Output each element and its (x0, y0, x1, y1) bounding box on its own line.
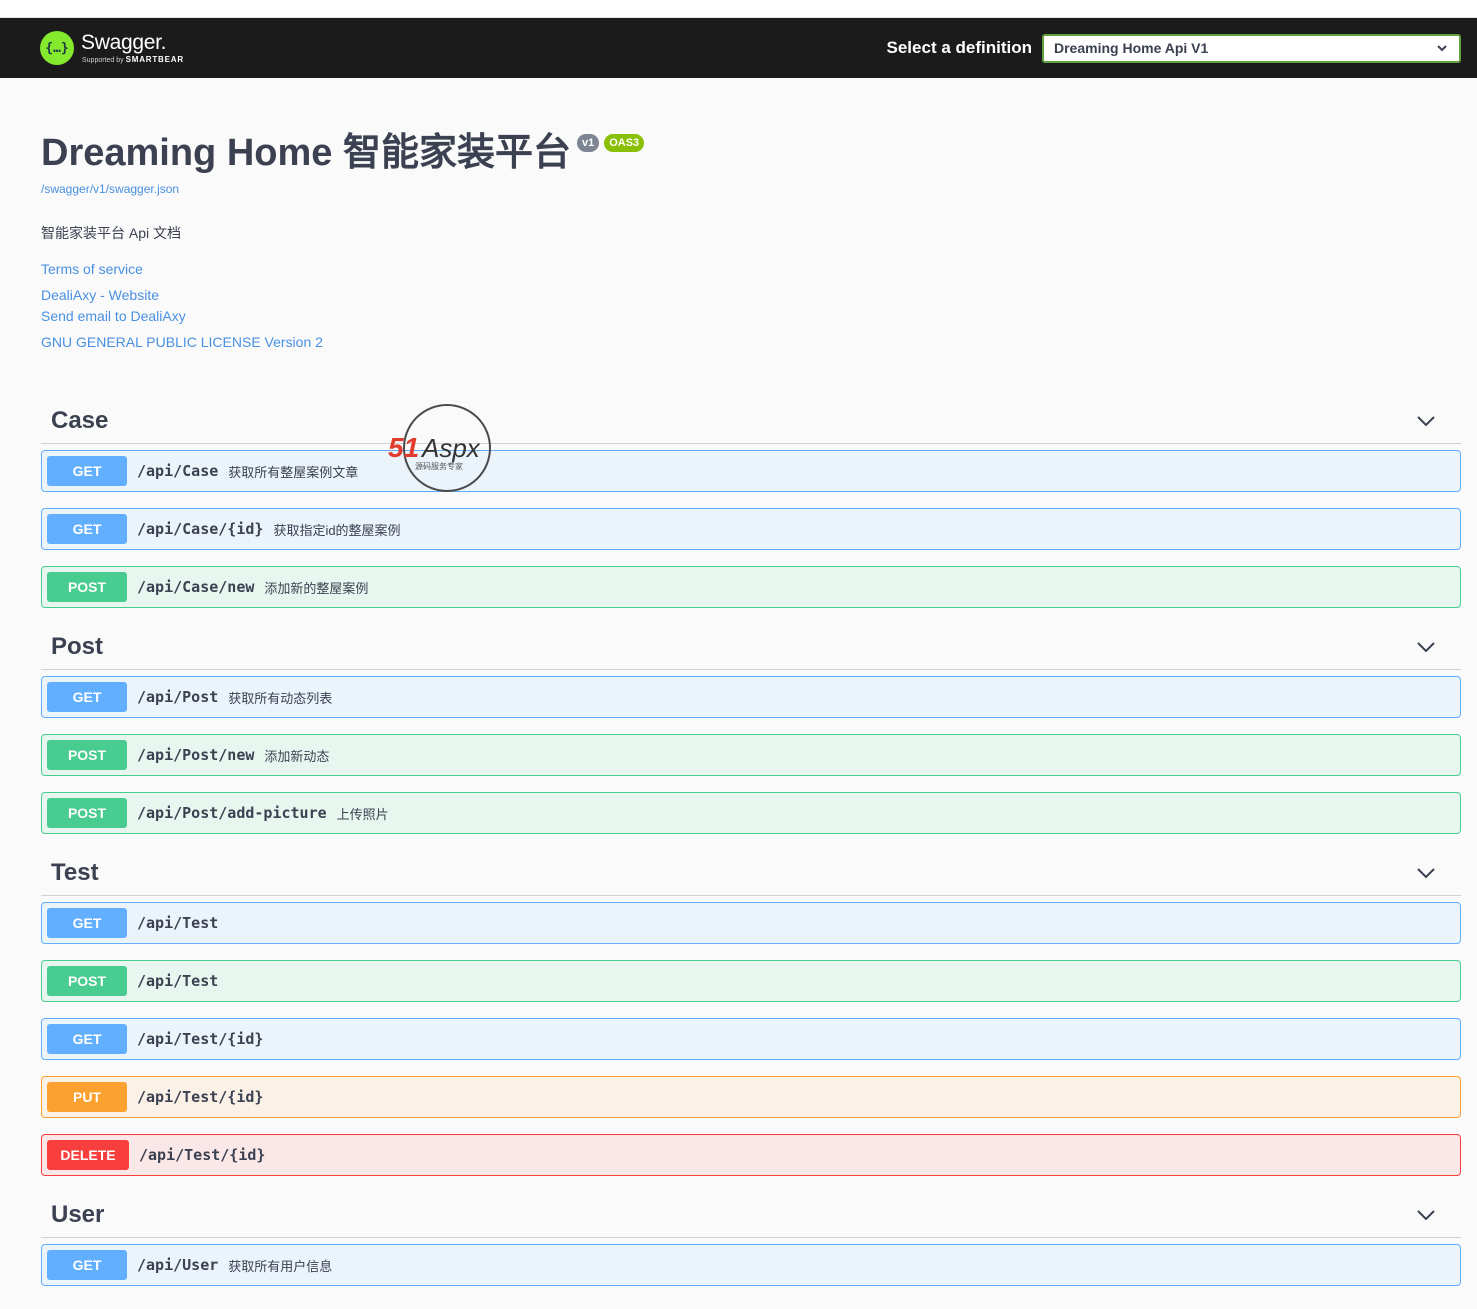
tag-section-case: Case GET/api/Case 获取所有整屋案例文章 GET/api/Case/{… (41, 398, 1461, 608)
operation-row[interactable]: POST/api/Test (41, 960, 1461, 1002)
email-link[interactable]: Send email to DealiAxy (41, 306, 1477, 327)
tag-header-case[interactable]: Case (41, 398, 1461, 444)
operation-path: /api/Case (137, 462, 219, 480)
operation-summary: 获取所有整屋案例文章 (228, 464, 359, 480)
swagger-topbar: {…} Swagger. Supported by SMARTBEAR Sele… (0, 18, 1477, 78)
logo-subtitle: Supported by SMARTBEAR (82, 55, 184, 65)
tag-title: Post (51, 632, 104, 660)
tag-section-test: Test GET/api/Test POST/api/Test GET/api/Tes… (41, 850, 1461, 1176)
method-badge: GET (47, 1250, 127, 1280)
tag-section-post: Post GET/api/Post 获取所有动态列表 POST/api/Post/ne… (41, 624, 1461, 834)
operations-list: Case GET/api/Case 获取所有整屋案例文章 GET/api/Case/{… (41, 398, 1461, 1302)
method-badge: DELETE (47, 1140, 129, 1170)
chevron-down-icon (1437, 44, 1447, 51)
method-badge: POST (47, 572, 127, 602)
terms-link[interactable]: Terms of service (41, 259, 1477, 280)
operation-path: /api/Test (137, 972, 219, 990)
operation-row[interactable]: DELETE/api/Test/{id} (41, 1134, 1461, 1176)
operation-summary: 添加新动态 (264, 748, 330, 764)
browser-top-strip (0, 0, 1477, 18)
license-link[interactable]: GNU GENERAL PUBLIC LICENSE Version 2 (41, 332, 1477, 353)
operation-path: /api/Test/{id} (137, 1088, 264, 1106)
version-badge: v1 (576, 134, 600, 152)
tag-header-user[interactable]: User (41, 1192, 1461, 1238)
page-title: Dreaming Home 智能家装平台 (41, 132, 571, 174)
operation-summary: 上传照片 (336, 806, 389, 822)
operation-summary: 添加新的整屋案例 (264, 580, 369, 596)
website-link[interactable]: DealiAxy - Website (41, 285, 1477, 306)
tag-section-user: User GET/api/User 获取所有用户信息 (41, 1192, 1461, 1286)
chevron-down-icon[interactable] (1417, 867, 1435, 879)
definition-label: Select a definition (886, 38, 1032, 57)
chevron-down-icon[interactable] (1417, 641, 1435, 653)
operation-row[interactable]: GET/api/Test/{id} (41, 1018, 1461, 1060)
operation-row[interactable]: POST/api/Post/new 添加新动态 (41, 734, 1461, 776)
operation-row[interactable]: PUT/api/Test/{id} (41, 1076, 1461, 1118)
method-badge: GET (47, 456, 127, 486)
operation-path: /api/Post (137, 688, 219, 706)
operation-row[interactable]: POST/api/Post/add-picture 上传照片 (41, 792, 1461, 834)
operation-row[interactable]: GET/api/Test (41, 902, 1461, 944)
definition-selector: Select a definition Dreaming Home Api V1 (886, 33, 1461, 63)
watermark-logo: 51 Aspx 源码服务专家 (388, 404, 491, 492)
operation-summary: 获取指定id的整屋案例 (273, 522, 401, 538)
watermark-sub: 源码服务专家 (415, 461, 463, 471)
swagger-logo[interactable]: {…} Swagger. Supported by SMARTBEAR (40, 31, 184, 65)
operation-row[interactable]: POST/api/Case/new 添加新的整屋案例 (41, 566, 1461, 608)
method-badge: POST (47, 798, 127, 828)
method-badge: PUT (47, 1082, 127, 1112)
operation-summary: 获取所有动态列表 (228, 690, 333, 706)
operation-row[interactable]: GET/api/Case/{id} 获取指定id的整屋案例 (41, 508, 1461, 550)
api-description: 智能家装平台 Api 文档 (41, 225, 182, 241)
chevron-down-icon[interactable] (1417, 415, 1435, 427)
method-badge: GET (47, 1024, 127, 1054)
api-info: Dreaming Home 智能家装平台 v1 OAS3 /swagger/v1… (0, 78, 1477, 353)
operation-row[interactable]: GET/api/Case 获取所有整屋案例文章 (41, 450, 1461, 492)
oas-badge: OAS3 (604, 134, 645, 152)
tag-header-test[interactable]: Test (41, 850, 1461, 896)
watermark-brand-51: 51 (388, 432, 419, 463)
tag-title: Test (51, 858, 99, 886)
operation-row[interactable]: GET/api/Post 获取所有动态列表 (41, 676, 1461, 718)
method-badge: GET (47, 682, 127, 712)
chevron-down-icon[interactable] (1417, 1209, 1435, 1221)
method-badge: POST (47, 966, 127, 996)
operation-path: /api/User (137, 1256, 219, 1274)
tag-title: User (51, 1200, 105, 1228)
watermark-brand-aspx: Aspx (420, 433, 481, 463)
operation-path: /api/Test (137, 914, 219, 932)
method-badge: GET (47, 514, 127, 544)
operation-path: /api/Case/new (137, 578, 255, 596)
operation-path: /api/Test/{id} (139, 1146, 266, 1164)
tag-title: Case (51, 406, 109, 434)
operation-row[interactable]: GET/api/User 获取所有用户信息 (41, 1244, 1461, 1286)
operation-path: /api/Post/new (137, 746, 255, 764)
tag-header-post[interactable]: Post (41, 624, 1461, 670)
operation-summary: 获取所有用户信息 (228, 1258, 333, 1274)
spec-url-link[interactable]: /swagger/v1/swagger.json (41, 182, 1477, 196)
method-badge: POST (47, 740, 127, 770)
operation-path: /api/Post/add-picture (137, 804, 327, 822)
operation-path: /api/Case/{id} (137, 520, 264, 538)
logo-title: Swagger. (81, 31, 167, 54)
definition-value: Dreaming Home Api V1 (1054, 40, 1209, 56)
swagger-logo-icon: {…} (40, 31, 74, 65)
method-badge: GET (47, 908, 127, 938)
definition-dropdown[interactable]: Dreaming Home Api V1 (1042, 33, 1461, 63)
operation-path: /api/Test/{id} (137, 1030, 264, 1048)
